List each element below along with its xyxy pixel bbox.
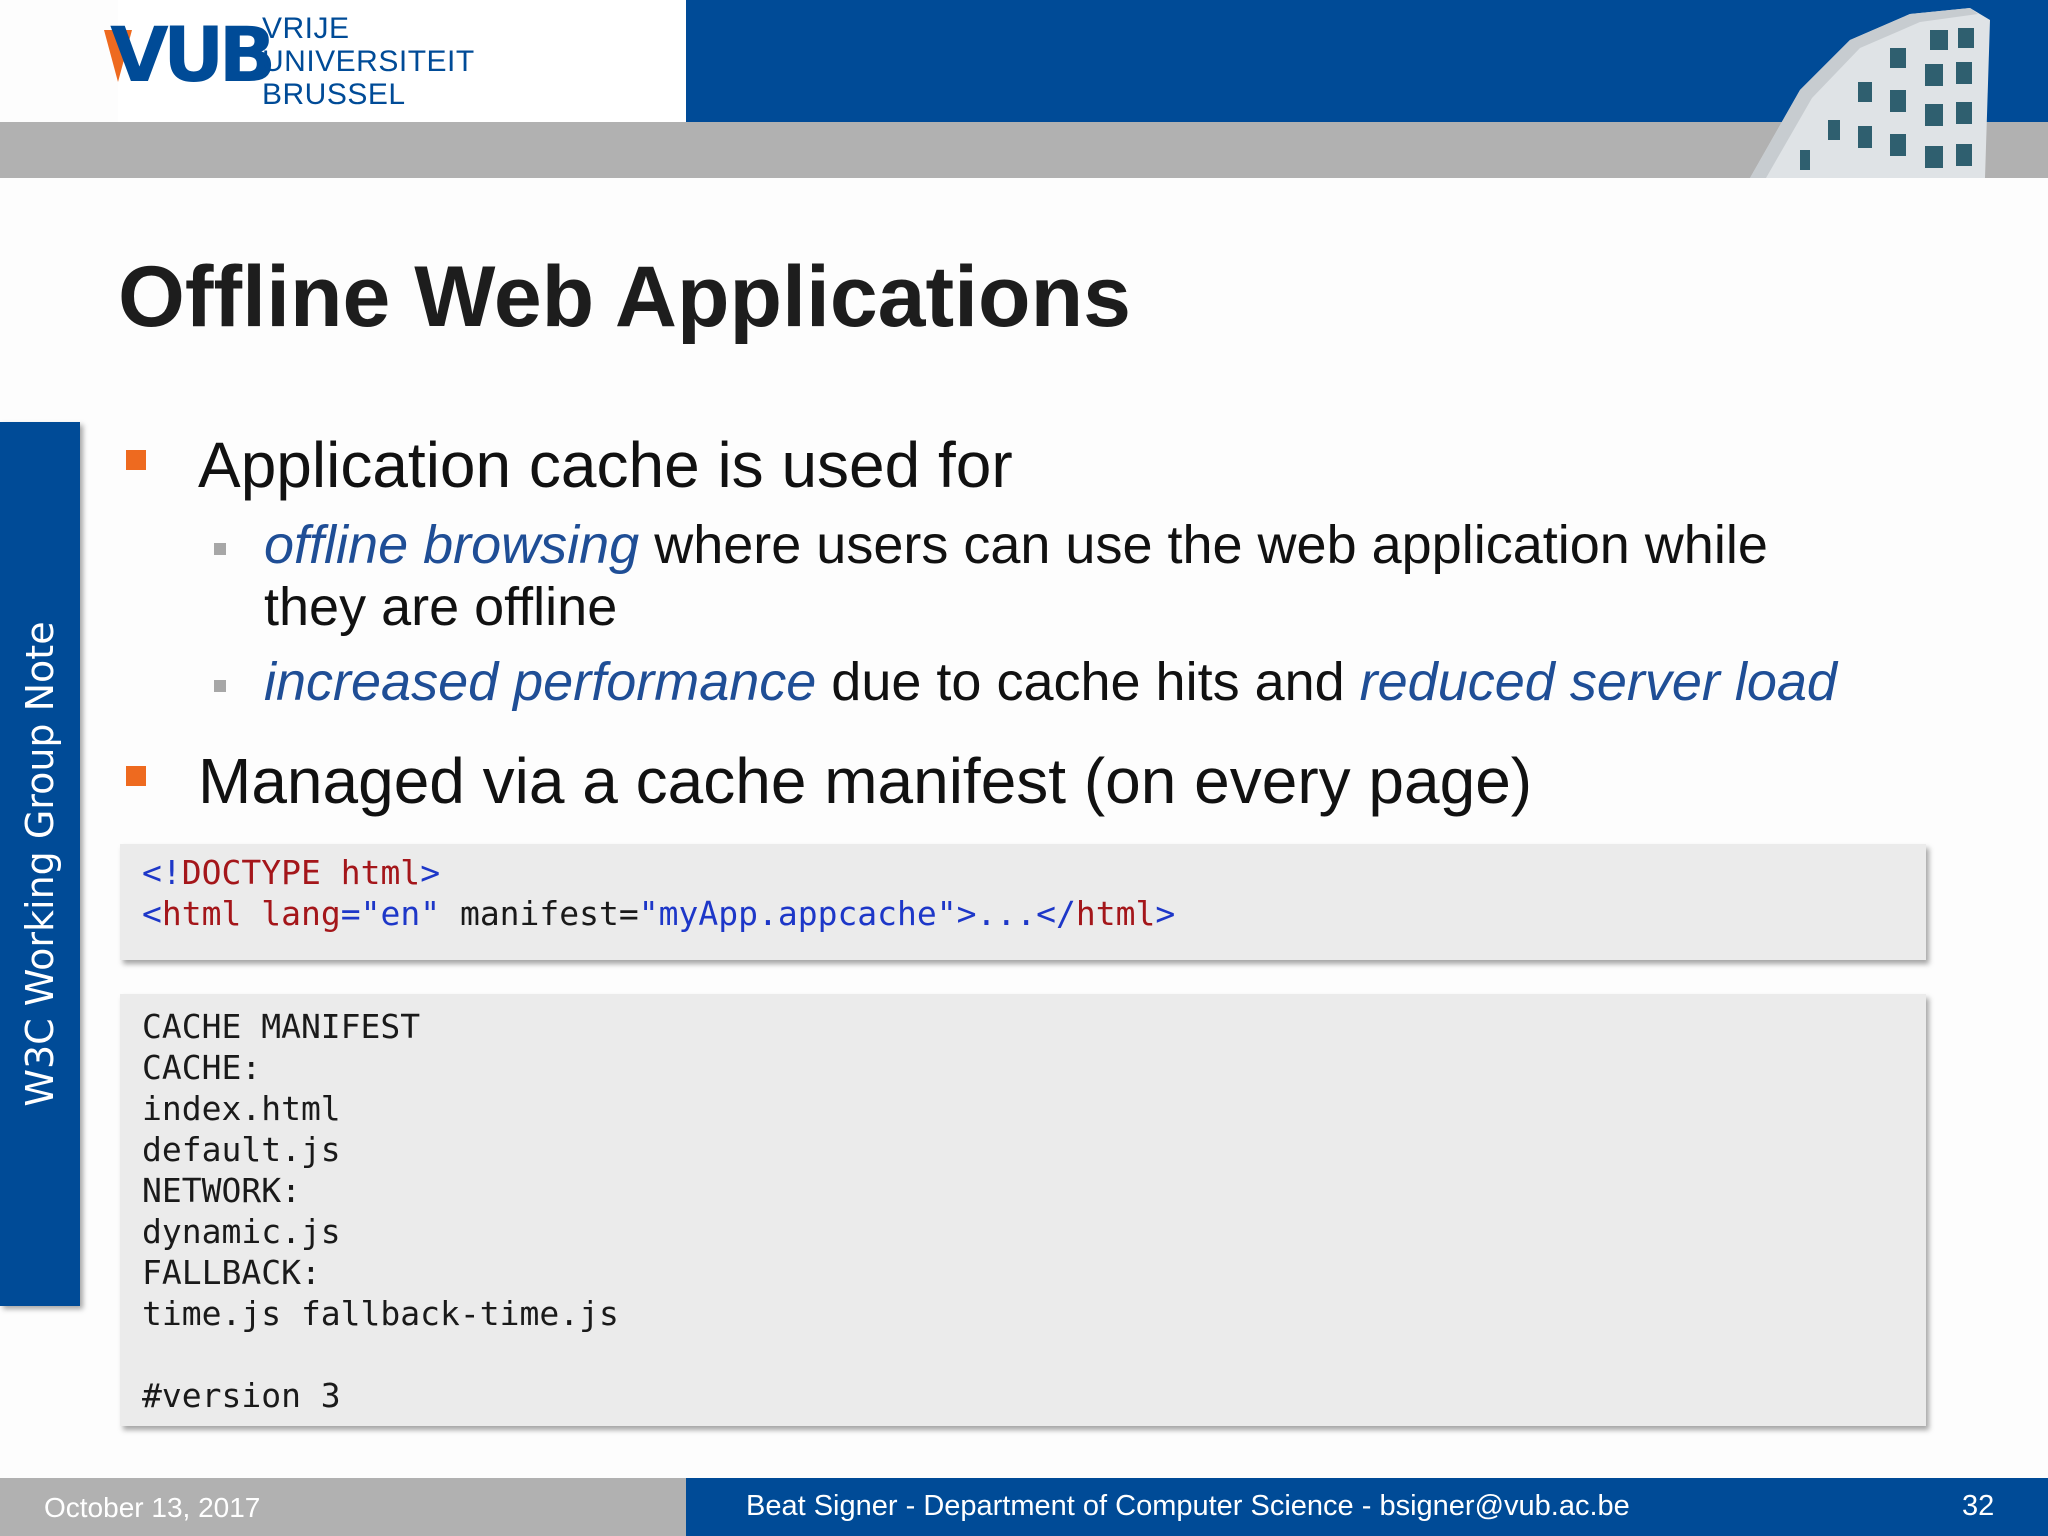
bullet-text: Managed via a cache manifest (on every p… — [198, 745, 1533, 817]
side-tab: W3C Working Group Note — [0, 422, 80, 1306]
bullet-text: Application cache is used for — [198, 429, 1013, 501]
emphasis-text: offline browsing — [264, 515, 640, 575]
code-line: FALLBACK: — [142, 1253, 321, 1292]
code-line: <html lang="en" manifest="myApp.appcache… — [142, 894, 1176, 933]
code-line: <!DOCTYPE html> — [142, 853, 441, 892]
page-number: 32 — [1962, 1490, 1995, 1522]
footer-author: Beat Signer - Department of Computer Sci… — [746, 1490, 1630, 1522]
slide-title: Offline Web Applications — [118, 249, 1131, 345]
sub-bullet-continuation: they are offline — [264, 577, 618, 637]
code-line: CACHE MANIFEST — [142, 1007, 421, 1046]
logo-mark: VUB — [110, 10, 276, 99]
building-image — [1750, 8, 1990, 178]
bullet-marker — [126, 450, 146, 470]
sub-bullet-marker — [214, 543, 226, 555]
sub-bullet-middle: due to cache hits and — [816, 652, 1360, 712]
side-tab-label: W3C Working Group Note — [18, 621, 62, 1107]
sub-bullet-text: increased performance due to cache hits … — [264, 651, 1837, 713]
footer-date: October 13, 2017 — [44, 1492, 261, 1523]
logo-line-3: BRUSSEL — [262, 78, 406, 111]
sub-bullet-rest: where users can use the web application … — [639, 515, 1768, 575]
code-line: #version 3 — [142, 1376, 341, 1415]
code-block-html: <!DOCTYPE html> <html lang="en" manifest… — [120, 844, 1926, 960]
emphasis-text: increased performance — [264, 652, 817, 712]
bullet-marker — [126, 766, 146, 786]
code-line: index.html — [142, 1089, 341, 1128]
logo-wordmark: VRIJE UNIVERSITEIT BRUSSEL — [262, 12, 522, 111]
code-line: time.js fallback-time.js — [142, 1294, 619, 1333]
code-line: dynamic.js — [142, 1212, 341, 1251]
logo-line-2: UNIVERSITEIT — [262, 45, 475, 78]
logo-line-1: VRIJE — [262, 12, 350, 45]
sub-bullet-text: offline browsing where users can use the… — [264, 514, 1768, 576]
code-line: NETWORK: — [142, 1171, 301, 1210]
code-line: CACHE: — [142, 1048, 262, 1087]
emphasis-text: reduced server load — [1359, 652, 1837, 712]
code-block-manifest: CACHE MANIFEST CACHE: index.html default… — [120, 994, 1926, 1426]
sub-bullet-marker — [214, 680, 226, 692]
code-line: default.js — [142, 1130, 341, 1169]
